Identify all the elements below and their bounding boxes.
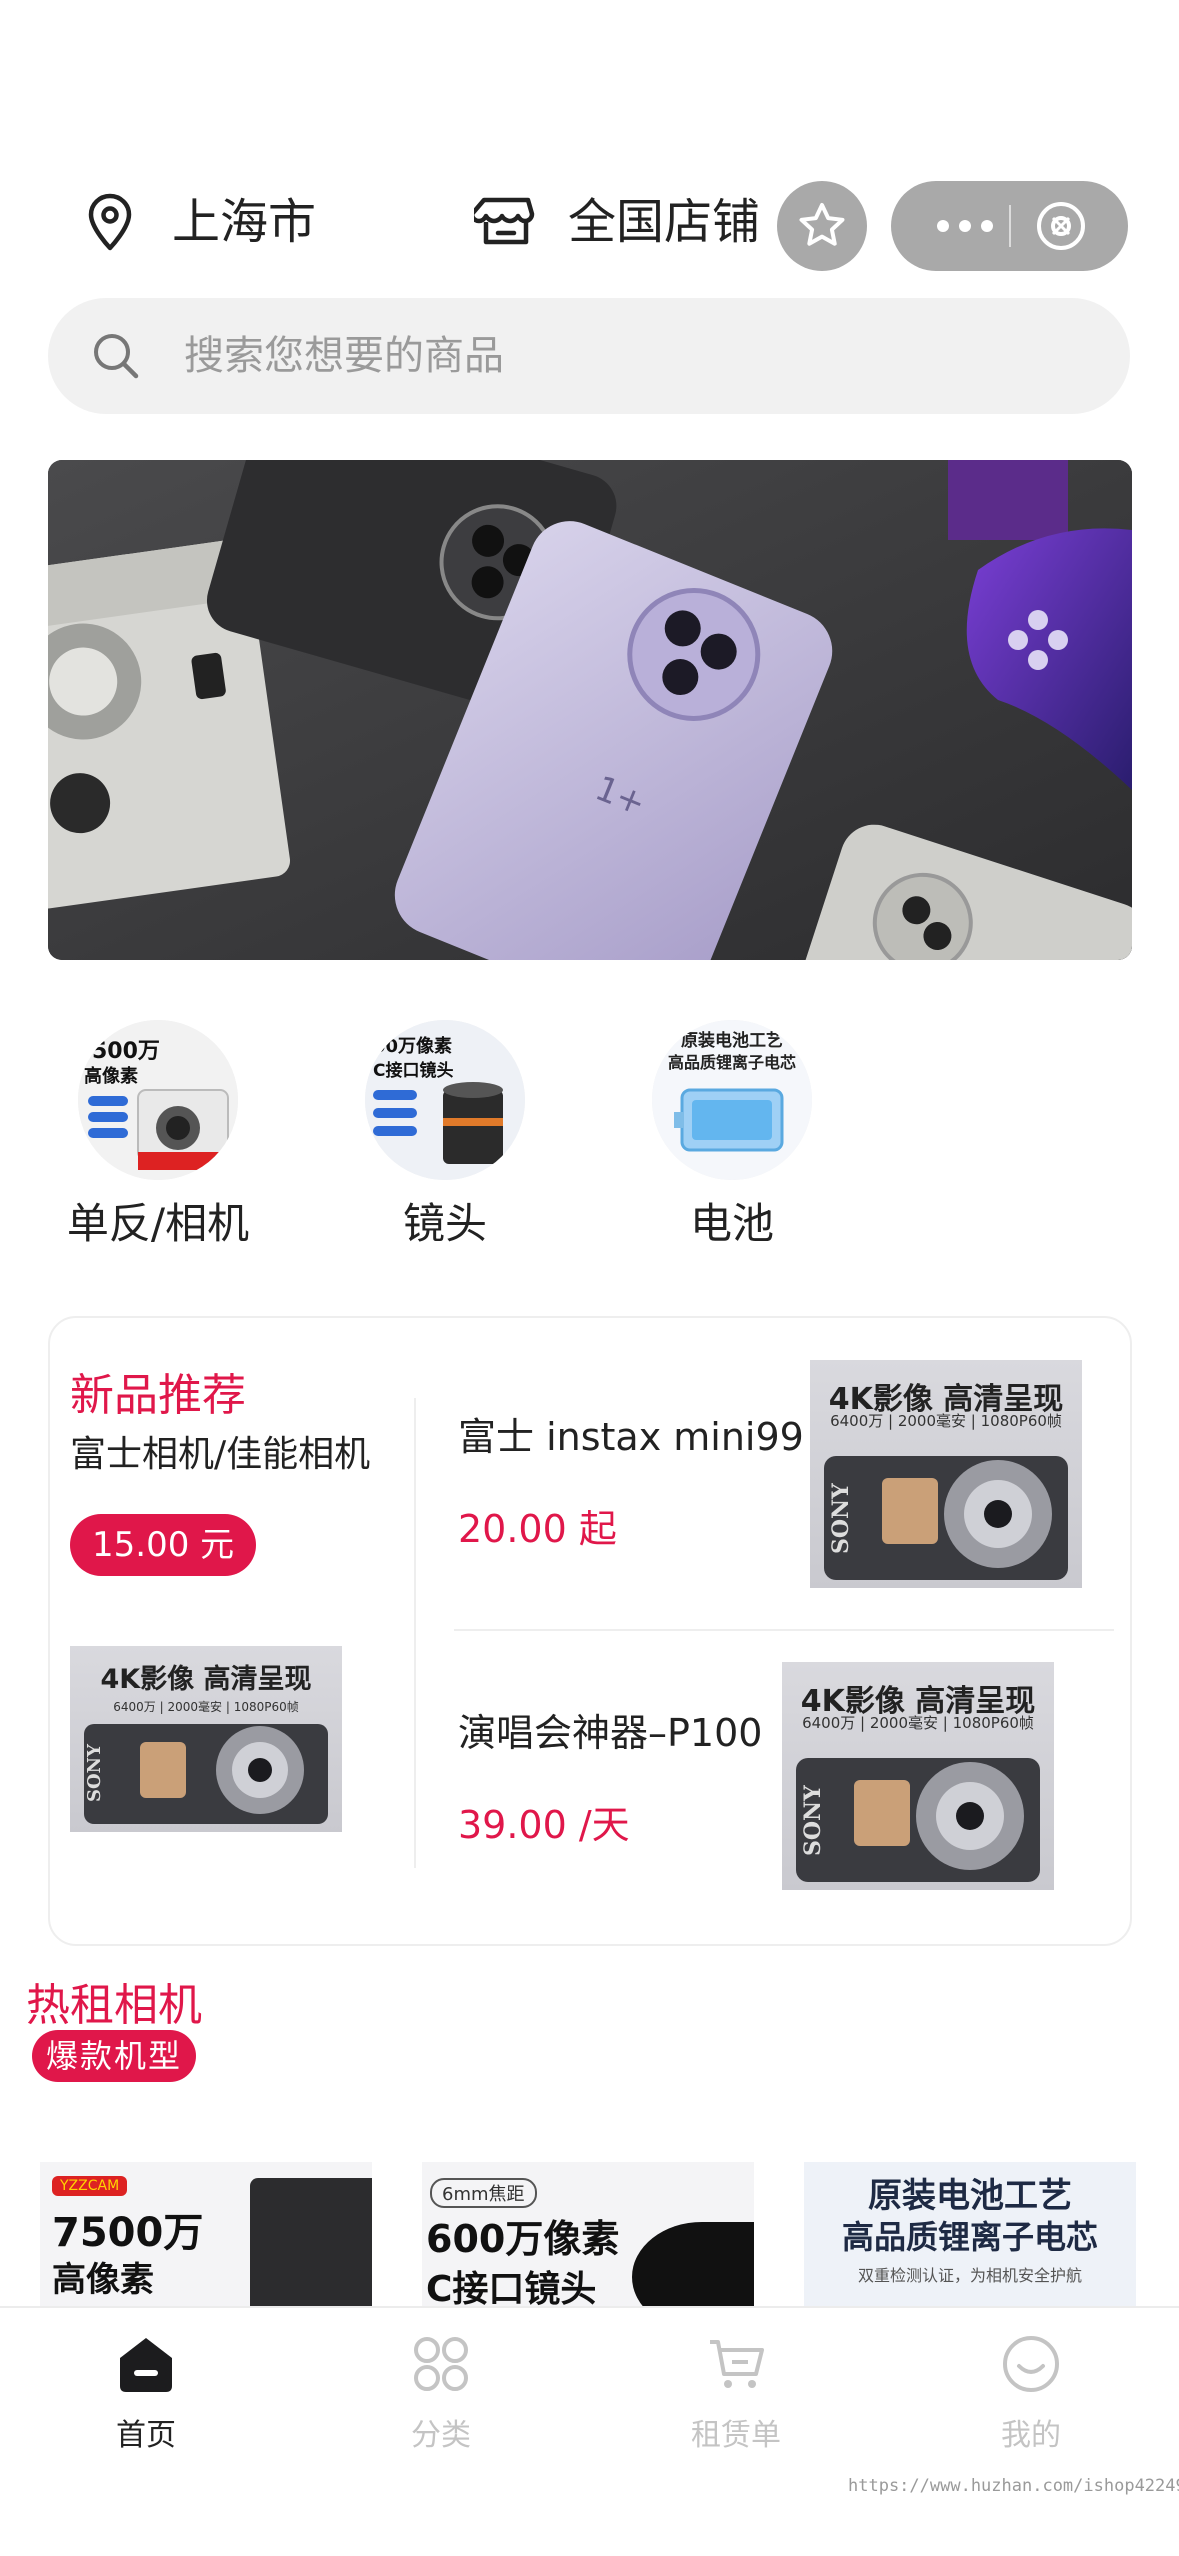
category-label: 镜头: [402, 1199, 487, 1248]
recommend-main-image[interactable]: 4K影像 高清呈现 6400万 | 2000毫安 | 1080P60帧 SONY: [70, 1646, 342, 1832]
hot-item-tag: 6mm焦距: [430, 2178, 537, 2208]
tab-rental-orders[interactable]: 租赁单: [636, 2332, 836, 2456]
category-image-text-2: C接口镜头: [373, 1060, 453, 1081]
tab-category[interactable]: 分类: [341, 2332, 541, 2456]
current-city[interactable]: 上海市: [172, 190, 316, 254]
tab-label: 租赁单: [691, 2418, 781, 2453]
cart-icon: [710, 2340, 764, 2388]
image-brand: SONY: [828, 1483, 854, 1554]
recommend-subtitle: 富士相机/佳能相机: [70, 1434, 371, 1475]
category-image-text-2: 高品质锂离子电芯: [668, 1053, 796, 1072]
camera-graphic: SONY: [824, 1456, 1068, 1580]
category-image-text-1: 500万: [92, 1039, 160, 1064]
category-image: 00万像素 C接口镜头: [365, 1020, 525, 1180]
hot-item[interactable]: 原装电池工艺 高品质锂离子电芯 双重检测认证，为相机安全护航: [804, 2162, 1136, 2312]
hot-item[interactable]: YZZCAM 7500万 高像素: [40, 2162, 372, 2312]
product-price: 39.00 /天: [458, 1803, 630, 1847]
watermark-text: https://www.huzhan.com/ishop42249: [848, 2476, 1179, 2496]
mini-program-capsule: [891, 181, 1128, 271]
hot-item-lens-image: [632, 2222, 754, 2312]
tab-profile[interactable]: 我的: [931, 2332, 1131, 2456]
category-label: 单反/相机: [66, 1199, 250, 1248]
favorite-button[interactable]: [777, 181, 867, 271]
search-placeholder: 搜索您想要的商品: [184, 333, 504, 379]
nationwide-stores-link[interactable]: 全国店铺: [568, 190, 760, 254]
banner-image: 1+: [48, 460, 1132, 960]
promo-banner[interactable]: 1+: [48, 460, 1132, 960]
category-image: 500万 高像素: [78, 1020, 238, 1180]
hot-item-line3: 双重检测认证，为相机安全护航: [857, 2266, 1082, 2285]
recommend-price-badge[interactable]: 15.00 元: [70, 1514, 257, 1576]
tab-label: 分类: [411, 2418, 471, 2453]
image-brand: SONY: [800, 1785, 826, 1856]
tab-home[interactable]: 首页: [46, 2332, 246, 2456]
category-lens[interactable]: 00万像素 C接口镜头 镜头: [335, 1020, 555, 1254]
product-name[interactable]: 演唱会神器–P100: [458, 1708, 762, 1758]
tab-label: 首页: [116, 2418, 176, 2453]
product-image[interactable]: 4K影像 高清呈现 6400万 | 2000毫安 | 1080P60帧 SONY: [810, 1360, 1082, 1588]
category-label: 电池: [689, 1199, 774, 1248]
hot-section-title: 热租相机: [26, 1980, 202, 2031]
hot-item-line1: 7500万: [52, 2210, 204, 2256]
search-icon: [94, 334, 139, 379]
new-recommend-card: 新品推荐 富士相机/佳能相机 15.00 元 4K影像 高清呈现 6400万 |…: [48, 1316, 1132, 1946]
hot-item[interactable]: 6mm焦距 600万像素 C接口镜头: [422, 2162, 754, 2312]
category-image-text-1: 原装电池工艺: [681, 1030, 783, 1051]
vertical-divider: [414, 1398, 416, 1868]
category-slr-camera[interactable]: 500万 高像素 单反/相机: [48, 1020, 268, 1254]
hot-section-badge: 爆款机型: [32, 2030, 197, 2082]
hot-item-line2: 高品质锂离子电芯: [841, 2218, 1098, 2256]
store-icon[interactable]: [474, 188, 538, 252]
product-image[interactable]: 4K影像 高清呈现 6400万 | 2000毫安 | 1080P60帧 SONY: [782, 1662, 1054, 1890]
camera-graphic: SONY: [84, 1724, 328, 1824]
hot-item-tag: YZZCAM: [52, 2176, 128, 2196]
more-dots-icon[interactable]: [925, 211, 1005, 241]
hot-item-camera-image: [250, 2178, 372, 2312]
horizontal-divider: [454, 1629, 1114, 1631]
camera-graphic: SONY: [796, 1758, 1040, 1882]
category-battery[interactable]: 原装电池工艺 高品质锂离子电芯 电池: [622, 1020, 842, 1254]
hot-item-line2: C接口镜头: [426, 2269, 597, 2310]
home-icon: [120, 2338, 172, 2392]
product-price: 20.00 起: [458, 1507, 617, 1551]
category-image-text-2: 高像素: [84, 1065, 138, 1087]
profile-smile-icon: [1003, 2336, 1059, 2392]
hot-item-line1: 原装电池工艺: [868, 2176, 1072, 2216]
recommend-title: 新品推荐: [70, 1370, 246, 1421]
hot-item-line2: 高像素: [52, 2260, 154, 2300]
category-image: 原装电池工艺 高品质锂离子电芯: [652, 1020, 812, 1180]
star-icon: [799, 203, 845, 246]
bottom-tab-bar: 首页 分类 租赁单 我的: [0, 2306, 1179, 2556]
location-pin-icon[interactable]: [78, 190, 142, 254]
hot-item-line1: 600万像素: [426, 2217, 620, 2261]
tab-label: 我的: [1001, 2418, 1061, 2453]
category-image-text-1: 00万像素: [373, 1036, 452, 1057]
search-bar[interactable]: 搜索您想要的商品: [48, 298, 1130, 414]
capsule-divider: [1009, 205, 1011, 247]
close-circle-icon[interactable]: [1033, 198, 1089, 254]
product-name[interactable]: 富士 instax mini99: [458, 1412, 804, 1462]
image-brand: SONY: [84, 1743, 105, 1802]
category-grid-icon: [414, 2337, 468, 2391]
